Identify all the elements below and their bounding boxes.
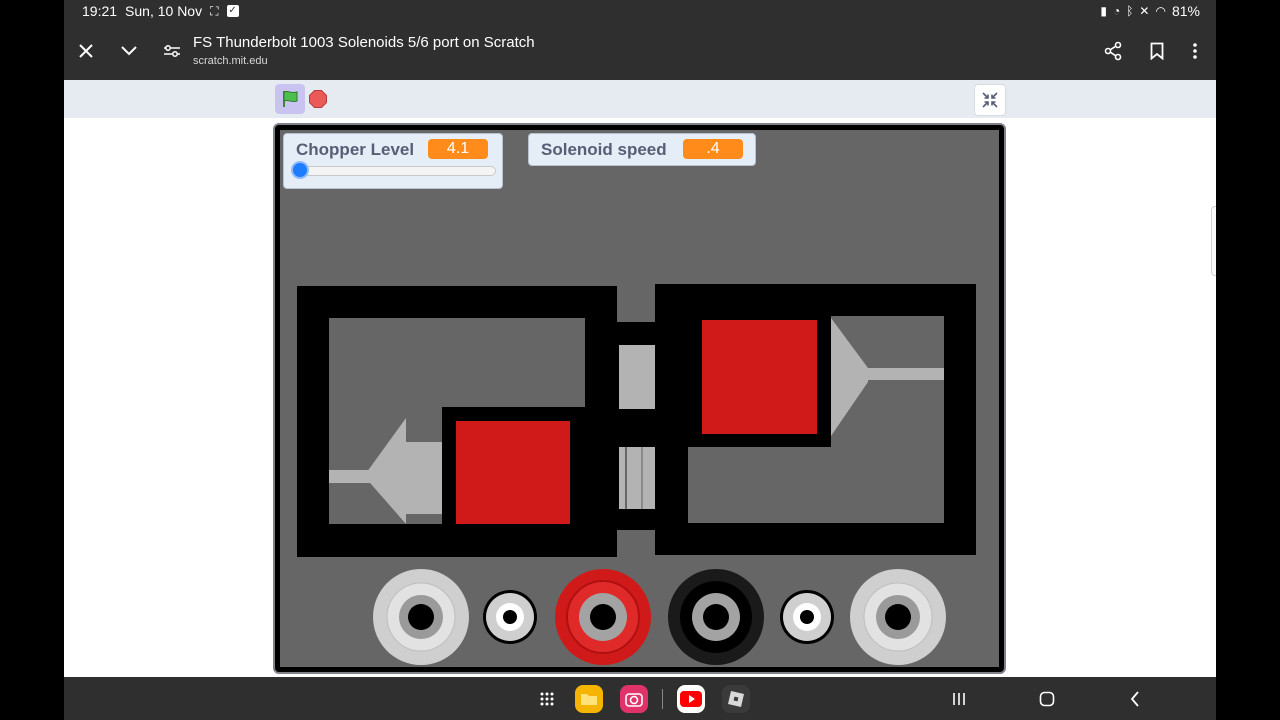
green-flag-icon [283, 90, 298, 107]
chopper-level-slider-track[interactable] [292, 166, 496, 176]
camera-app-icon [625, 693, 643, 707]
youtube-app[interactable] [677, 685, 705, 713]
files-app-icon [581, 694, 597, 705]
recents-icon [953, 693, 965, 705]
alarm-icon: ◔ [1112, 4, 1121, 18]
center-light-lower [619, 447, 655, 509]
back-button[interactable] [1123, 687, 1147, 711]
solenoid-speed-label: Solenoid speed [541, 140, 667, 159]
android-nav-bar [64, 677, 1216, 720]
close-icon [79, 44, 93, 58]
solenoid-speed-value: .4 [683, 139, 743, 159]
roblox-app[interactable] [722, 685, 750, 713]
more-menu-button[interactable] [1178, 34, 1212, 68]
page-title: FS Thunderbolt 1003 Solenoids 5/6 port o… [193, 34, 535, 51]
share-icon [1104, 41, 1122, 61]
left-red-block [456, 421, 570, 524]
chopper-level-slider-knob[interactable] [291, 161, 309, 179]
terminal-gray-large-right [850, 569, 946, 665]
bookmark-button[interactable] [1140, 34, 1174, 68]
home-icon [1039, 691, 1055, 707]
app-drawer-icon [540, 692, 554, 706]
stop-button[interactable] [309, 90, 327, 108]
site-settings-button[interactable] [155, 34, 189, 68]
battery-saver-icon: ▮ [1100, 4, 1107, 18]
share-button[interactable] [1096, 34, 1130, 68]
page-url[interactable]: scratch.mit.edu [193, 55, 268, 67]
terminal-gray-large-left [373, 569, 469, 665]
app-drawer-button[interactable] [533, 685, 561, 713]
nav-separator [662, 689, 663, 709]
solenoid-speed-monitor: Solenoid speed .4 [528, 133, 756, 166]
bluetooth-icon: ᛒ [1126, 4, 1134, 18]
terminal-red [555, 569, 651, 665]
screenshot-icon: ⛶ [210, 4, 219, 18]
more-icon [1193, 43, 1197, 59]
scroll-handle[interactable] [1211, 206, 1216, 276]
chopper-level-label: Chopper Level [296, 140, 415, 159]
wifi-icon: ◠ [1155, 4, 1166, 18]
close-tab-button[interactable] [69, 34, 103, 68]
recents-button[interactable] [947, 687, 971, 711]
stop-icon [309, 90, 327, 108]
bookmark-icon [1150, 42, 1164, 60]
home-button[interactable] [1035, 687, 1059, 711]
checkbox-icon: ✓ [226, 5, 239, 17]
site-settings-icon [164, 45, 180, 57]
back-icon [1130, 691, 1139, 707]
mute-icon: ✕ [1139, 4, 1150, 18]
stage-artwork [297, 284, 976, 665]
status-date: Sun, 10 Nov [125, 3, 203, 19]
terminal-black [668, 569, 764, 665]
chopper-level-monitor: Chopper Level 4.1 [283, 133, 503, 189]
camera-app[interactable] [620, 685, 648, 713]
scratch-stage[interactable]: Chopper Level 4.1 Solenoid speed .4 [280, 130, 999, 667]
green-flag-button[interactable] [275, 84, 305, 114]
minimize-button[interactable] [112, 34, 146, 68]
exit-fullscreen-icon [982, 92, 998, 108]
youtube-app-icon [680, 691, 702, 707]
status-bar: 19:21 Sun, 10 Nov ⛶ ✓ ▮ ◔ ᛒ ✕ ◠ 81% [64, 0, 1216, 22]
right-red-block [702, 320, 817, 434]
status-time: 19:21 [82, 3, 118, 19]
chevron-down-icon [121, 46, 137, 56]
scratch-player-controls [64, 80, 1216, 118]
chopper-level-value: 4.1 [428, 139, 488, 159]
battery-level: 81% [1171, 3, 1200, 19]
center-light-upper [619, 345, 655, 409]
tablet-screen: 19:21 Sun, 10 Nov ⛶ ✓ ▮ ◔ ᛒ ✕ ◠ 81% FS T… [64, 0, 1216, 720]
webview: Chopper Level 4.1 Solenoid speed .4 [64, 80, 1216, 677]
exit-fullscreen-button[interactable] [974, 84, 1006, 116]
browser-toolbar: FS Thunderbolt 1003 Solenoids 5/6 port o… [64, 22, 1216, 80]
terminal-gray-small-left [483, 590, 537, 644]
roblox-app-icon [728, 691, 744, 707]
files-app[interactable] [575, 685, 603, 713]
terminal-gray-small-right [780, 590, 834, 644]
scratch-stage-frame: Chopper Level 4.1 Solenoid speed .4 [273, 123, 1006, 674]
